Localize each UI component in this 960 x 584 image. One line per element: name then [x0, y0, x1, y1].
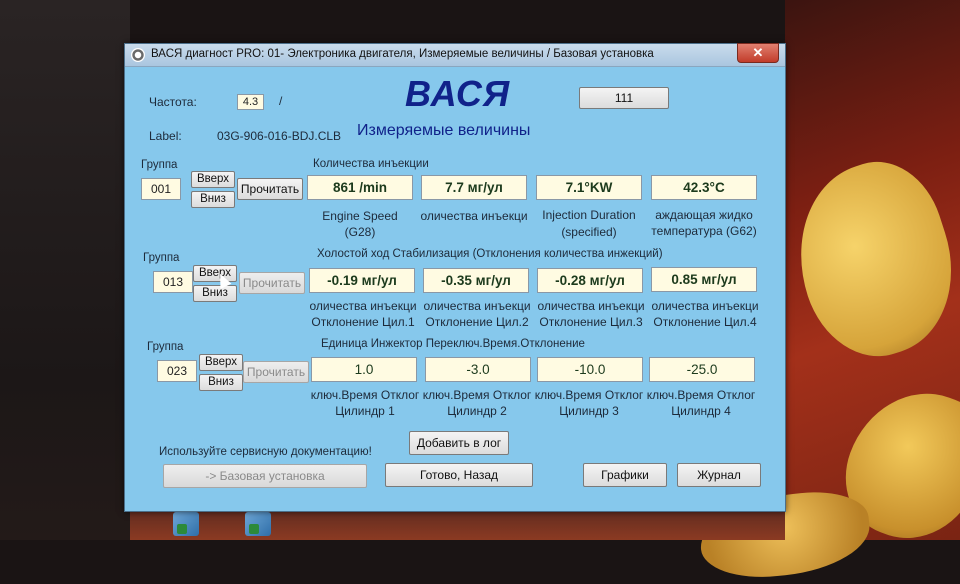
- value-description-line2: Отклонение Цил.2: [425, 315, 529, 329]
- measured-value: -3.0: [425, 357, 531, 382]
- measured-value: 7.7 мг/ул: [421, 175, 527, 200]
- counter-display: 111: [579, 87, 669, 109]
- value-description: Injection Duration: [542, 208, 636, 222]
- app-logo: ВАСЯ: [405, 73, 511, 114]
- group-number-input[interactable]: 023: [157, 360, 197, 382]
- desktop-shortcut-icon[interactable]: [173, 512, 199, 536]
- measured-value: -0.19 мг/ул: [309, 268, 415, 293]
- value-description: ключ.Время Отклог: [646, 388, 756, 402]
- read-group-button[interactable]: Прочитать: [237, 178, 303, 200]
- client-area: Частота: 4.3 / ВАСЯ 111 Label: 03G-906-0…: [125, 67, 785, 511]
- group-label: Группа: [141, 159, 178, 171]
- measured-value: 861 /min: [307, 175, 413, 200]
- desktop-background-left: [0, 0, 130, 540]
- measured-value: 42.3°C: [651, 175, 757, 200]
- label-caption: Label:: [149, 129, 182, 143]
- group-down-button[interactable]: Вниз: [191, 191, 235, 208]
- value-description-line2: Цилиндр 4: [671, 404, 731, 418]
- label-file: 03G-906-016-BDJ.CLB: [217, 129, 342, 143]
- group-down-button[interactable]: Вниз: [199, 374, 243, 391]
- frequency-label: Частота:: [149, 95, 197, 109]
- done-back-button[interactable]: Готово, Назад: [385, 463, 533, 487]
- add-to-log-button[interactable]: Добавить в лог: [409, 431, 509, 455]
- service-doc-hint: Используйте сервисную документацию!: [159, 446, 372, 458]
- value-description: ключ.Время Отклог: [422, 388, 532, 402]
- frequency-unit: /: [279, 94, 283, 108]
- app-icon: [131, 48, 145, 62]
- value-description-line2: (specified): [561, 225, 617, 239]
- value-description-line2: Цилиндр 1: [335, 404, 395, 418]
- value-description: Engine Speed: [322, 209, 398, 223]
- read-group-button[interactable]: Прочитать: [239, 272, 305, 294]
- value-description: оличества инъекци: [651, 299, 759, 313]
- value-description-line2: Отклонение Цил.4: [653, 315, 757, 329]
- group-down-button[interactable]: Вниз: [193, 285, 237, 302]
- value-description-line2: Отклонение Цил.1: [311, 315, 415, 329]
- group-heading: Количества инъекции: [313, 158, 429, 170]
- section-title: Измеряемые величины: [357, 122, 531, 139]
- value-description: ключ.Время Отклог: [534, 388, 644, 402]
- value-description-line2: температура (G62): [651, 224, 757, 238]
- group-up-button[interactable]: Вверх: [193, 265, 237, 282]
- measured-value: 7.1°KW: [536, 175, 642, 200]
- value-description: оличества инъекци: [537, 299, 645, 313]
- group-number-input[interactable]: 001: [141, 178, 181, 200]
- group-heading: Единица Инжектор Переключ.Время.Отклонен…: [321, 338, 585, 350]
- close-button[interactable]: ✕: [737, 43, 779, 63]
- measured-value: -10.0: [537, 357, 643, 382]
- measured-value: 1.0: [311, 357, 417, 382]
- app-window: ВАСЯ диагност PRO: 01- Электроника двига…: [124, 43, 786, 512]
- journal-button[interactable]: Журнал: [677, 463, 761, 487]
- value-description-line2: (G28): [344, 225, 376, 239]
- value-description-line2: Цилиндр 2: [447, 404, 507, 418]
- value-description-line2: Цилиндр 3: [559, 404, 619, 418]
- measured-value: -0.35 мг/ул: [423, 268, 529, 293]
- desktop-shortcut-icon[interactable]: [245, 512, 271, 536]
- value-description: аждающая жидко: [655, 208, 753, 222]
- basic-setting-button[interactable]: -> Базовая установка: [163, 464, 367, 488]
- group-number-input[interactable]: 013: [153, 271, 193, 293]
- group-label: Группа: [143, 252, 180, 264]
- group-up-button[interactable]: Вверх: [199, 354, 243, 371]
- group-up-button[interactable]: Вверх: [191, 171, 235, 188]
- value-description: оличества инъекци: [309, 299, 417, 313]
- graphs-button[interactable]: Графики: [583, 463, 667, 487]
- measured-value: -0.28 мг/ул: [537, 268, 643, 293]
- read-group-button[interactable]: Прочитать: [243, 361, 309, 383]
- measured-value: 0.85 мг/ул: [651, 267, 757, 292]
- value-description: ключ.Время Отклог: [310, 388, 420, 402]
- value-description: оличества инъекци: [423, 299, 531, 313]
- value-description: оличества инъекци: [420, 209, 528, 223]
- frequency-value: 4.3: [237, 94, 264, 110]
- group-label: Группа: [147, 341, 184, 353]
- value-description-line2: Отклонение Цил.3: [539, 315, 643, 329]
- group-heading: Холостой ход Стабилизация (Отклонения ко…: [317, 248, 663, 260]
- title-bar[interactable]: ВАСЯ диагност PRO: 01- Электроника двига…: [125, 43, 785, 67]
- window-title: ВАСЯ диагност PRO: 01- Электроника двига…: [151, 48, 654, 60]
- measured-value: -25.0: [649, 357, 755, 382]
